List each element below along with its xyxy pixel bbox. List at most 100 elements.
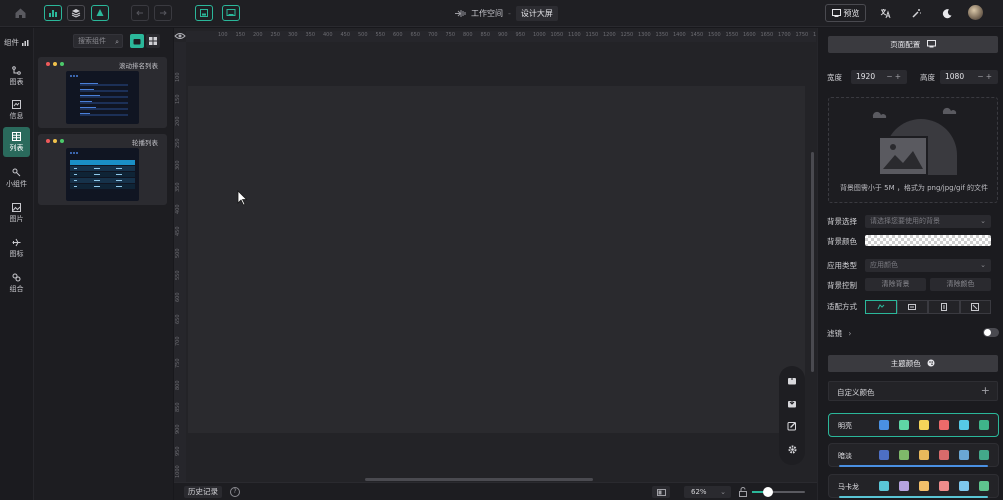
color-swatch[interactable] xyxy=(919,420,929,430)
color-swatch[interactable] xyxy=(939,450,949,460)
color-swatch[interactable] xyxy=(879,450,889,460)
screen-button[interactable] xyxy=(222,5,240,21)
search-icon[interactable]: ⌕ xyxy=(115,36,119,48)
fit-height-button[interactable] xyxy=(928,300,960,314)
avatar[interactable] xyxy=(968,5,983,20)
vertical-scrollbar[interactable] xyxy=(811,152,814,372)
fit-auto-button[interactable] xyxy=(865,300,897,314)
color-swatch[interactable] xyxy=(899,420,909,430)
settings-button[interactable] xyxy=(785,442,799,456)
apply-type-select[interactable]: 应用颜色 ⌄ xyxy=(865,259,991,272)
nav-item-widget[interactable]: 小组件 xyxy=(0,163,33,193)
theme-row-bright[interactable]: 明亮 xyxy=(828,413,999,437)
ruler-tick-label: 600 xyxy=(175,292,181,302)
history-button[interactable]: 历史记录 xyxy=(184,486,222,498)
color-swatch[interactable] xyxy=(959,420,969,430)
fit-width-button[interactable] xyxy=(896,300,928,314)
ruler-tick-label: 400 xyxy=(175,204,181,214)
bg-color-picker[interactable] xyxy=(865,235,991,246)
page-config-header[interactable]: 页面配置 xyxy=(828,36,998,53)
ruler-tick-label: 900 xyxy=(175,424,181,434)
workspace-label[interactable]: 工作空间 xyxy=(471,8,503,19)
nav-item-icon[interactable]: 图标 xyxy=(0,233,33,263)
color-swatch[interactable] xyxy=(979,481,989,491)
search-input[interactable]: 搜索组件 ⌕ xyxy=(73,34,123,48)
theme-color-header[interactable]: 主题颜色 xyxy=(828,355,998,372)
filter-label[interactable]: 滤镜 › xyxy=(827,328,851,339)
clear-color-button[interactable]: 清除颜色 xyxy=(930,278,991,291)
home-icon[interactable] xyxy=(14,7,27,19)
color-swatch[interactable] xyxy=(879,420,889,430)
artboard[interactable] xyxy=(188,86,805,433)
fit-stretch-icon xyxy=(971,303,980,311)
filter-toggle[interactable] xyxy=(983,328,999,337)
redo-button[interactable] xyxy=(154,5,172,21)
nav-item-combo[interactable]: 组合 xyxy=(0,268,33,298)
height-label: 高度 xyxy=(920,73,935,82)
undo-button[interactable] xyxy=(131,5,149,21)
clear-background-button[interactable]: 清除背景 xyxy=(865,278,926,291)
ruler-tick-label: 1550 xyxy=(725,32,739,38)
theme-row-macaron[interactable]: 马卡龙 xyxy=(828,474,999,498)
color-swatch[interactable] xyxy=(919,481,929,491)
project-title[interactable]: 设计大屏 xyxy=(515,5,558,21)
chart-toggle-button[interactable] xyxy=(44,5,62,21)
fit-stretch-button[interactable] xyxy=(959,300,991,314)
ruler-tick-label: 200 xyxy=(175,116,181,126)
color-swatch[interactable] xyxy=(979,450,989,460)
layout-toggle-button[interactable] xyxy=(652,486,670,498)
color-swatch[interactable] xyxy=(939,420,949,430)
nav-item-info[interactable]: 信息 xyxy=(0,95,33,125)
stepper-icon[interactable]: −+ xyxy=(977,70,994,84)
plane-icon xyxy=(12,238,21,246)
eye-icon[interactable] xyxy=(174,30,186,42)
ruler-tick-label: 850 xyxy=(480,32,491,38)
card-thumbnail xyxy=(66,148,139,201)
add-icon[interactable]: + xyxy=(981,384,990,397)
zoom-slider[interactable] xyxy=(752,487,805,497)
help-icon[interactable]: ? xyxy=(230,487,240,497)
chart-icon xyxy=(12,65,21,75)
zoom-slider-knob[interactable] xyxy=(763,487,774,497)
width-input[interactable]: 1920 −+ xyxy=(851,70,907,84)
moon-icon[interactable] xyxy=(940,6,954,20)
theme-row-dim[interactable]: 暗淡 xyxy=(828,443,999,467)
background-upload[interactable]: 背景图需小于 5M ，格式为 png/jpg/gif 的文件 xyxy=(828,97,998,203)
color-swatch[interactable] xyxy=(879,481,889,491)
layers-button[interactable] xyxy=(67,5,85,21)
edit-button[interactable] xyxy=(785,419,799,433)
zoom-select[interactable]: 62% ⌄ xyxy=(684,486,731,498)
lock-icon[interactable] xyxy=(739,487,747,497)
monitor-icon xyxy=(926,40,936,48)
ruler-tick-label: 700 xyxy=(175,336,181,346)
theme-swatches xyxy=(879,420,989,430)
component-card-carousel-list[interactable]: 轮播列表 xyxy=(38,134,167,205)
color-swatch[interactable] xyxy=(919,450,929,460)
collapse-icon[interactable] xyxy=(455,9,466,18)
bg-select[interactable]: 请选择您要使用的背景 ⌄ xyxy=(865,215,991,228)
color-swatch[interactable] xyxy=(959,481,969,491)
color-swatch[interactable] xyxy=(899,450,909,460)
color-swatch[interactable] xyxy=(979,420,989,430)
nav-item-list[interactable]: 列表 xyxy=(3,127,30,157)
import-button[interactable] xyxy=(785,373,799,387)
nav-item-image[interactable]: 图片 xyxy=(0,198,33,228)
magic-wand-icon[interactable] xyxy=(909,6,923,20)
grid-view-button[interactable] xyxy=(146,34,160,48)
color-swatch[interactable] xyxy=(939,481,949,491)
translate-icon[interactable] xyxy=(878,6,892,20)
stepper-icon[interactable]: −+ xyxy=(886,70,903,84)
preview-button[interactable]: 预览 xyxy=(825,4,866,22)
export-button[interactable] xyxy=(785,396,799,410)
component-card-scroll-ranking[interactable]: 滚动排名列表 xyxy=(38,57,167,128)
color-swatch[interactable] xyxy=(899,481,909,491)
save-button[interactable] xyxy=(195,5,213,21)
horizontal-scrollbar[interactable] xyxy=(365,478,593,481)
height-input[interactable]: 1080 −+ xyxy=(940,70,998,84)
nav-item-chart[interactable]: 图表 xyxy=(0,61,33,91)
ruler-tick-label: 1100 xyxy=(568,32,581,38)
details-button[interactable] xyxy=(91,5,109,21)
color-swatch[interactable] xyxy=(959,450,969,460)
custom-color-row[interactable]: 自定义颜色 + xyxy=(828,381,998,401)
card-view-button[interactable] xyxy=(130,34,144,48)
